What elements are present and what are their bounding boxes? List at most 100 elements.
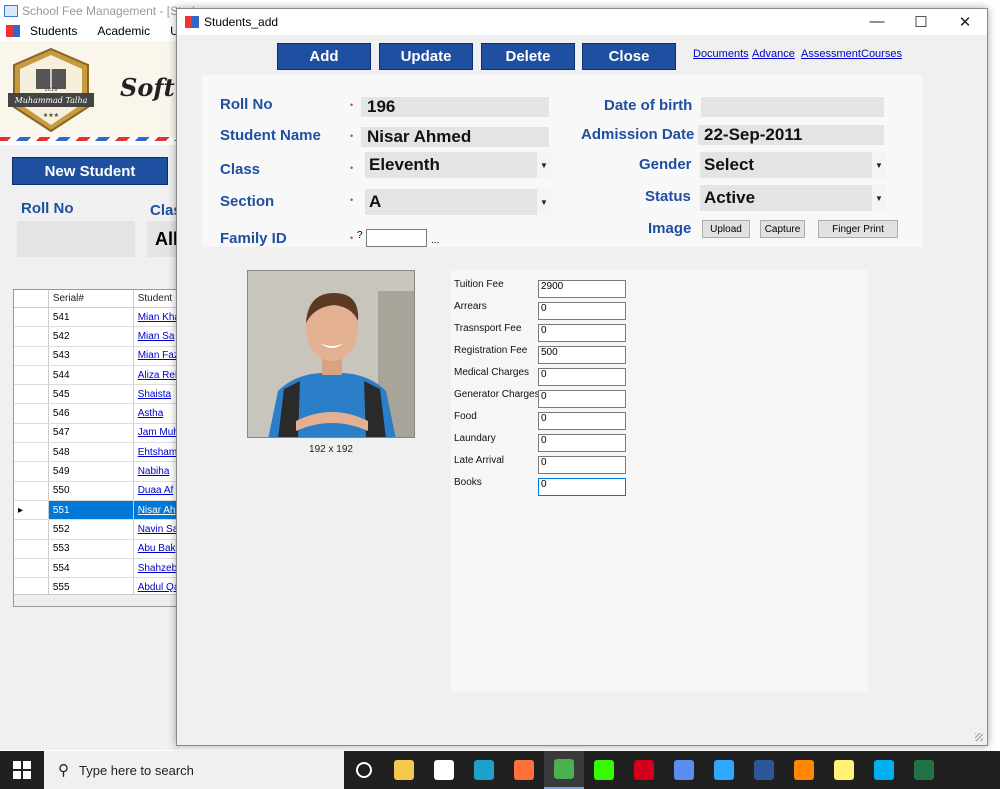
cell-student-link[interactable]: Navin Sa <box>134 520 182 539</box>
table-row[interactable]: 552 Navin Sa <box>14 520 182 540</box>
students-grid[interactable]: Serial# Student 541 Mian Kha 542 Mian Sa 543… <box>13 289 183 607</box>
row-header[interactable] <box>14 539 49 558</box>
fee-input[interactable]: 0 <box>538 478 626 496</box>
table-row[interactable]: 541 Mian Kha <box>14 308 182 328</box>
finger-print-button[interactable]: Finger Print <box>818 220 898 238</box>
update-button[interactable]: Update <box>379 43 473 70</box>
taskbar-app-chrome[interactable] <box>544 751 584 789</box>
chevron-down-icon[interactable]: ▼ <box>537 152 551 178</box>
chevron-down-icon[interactable]: ▼ <box>537 189 551 215</box>
cell-student-link[interactable]: Mian Sa <box>134 327 182 346</box>
cell-student-link[interactable]: Abu Bak <box>134 539 182 558</box>
class-select[interactable]: Eleventh ▼ <box>365 152 551 178</box>
taskbar-app-excel[interactable] <box>904 751 944 789</box>
table-row[interactable]: 542 Mian Sa <box>14 327 182 347</box>
family-id-input[interactable] <box>366 229 427 247</box>
roll-no-field[interactable]: 196 <box>361 97 549 117</box>
filter-roll-no-input[interactable] <box>17 221 135 257</box>
taskbar-app-store[interactable] <box>424 751 464 789</box>
table-row[interactable]: 553 Abu Bak <box>14 539 182 559</box>
resize-grip-icon[interactable] <box>975 733 983 741</box>
table-row[interactable]: 546 Astha <box>14 404 182 424</box>
row-header[interactable] <box>14 443 49 462</box>
fee-input[interactable]: 0 <box>538 324 626 342</box>
date-of-birth-field[interactable] <box>701 97 884 117</box>
cell-student-link[interactable]: Nisar Ah <box>134 500 182 520</box>
row-header[interactable] <box>14 481 49 500</box>
close-icon[interactable]: ✕ <box>943 13 987 31</box>
taskbar-app-photoshop[interactable] <box>704 751 744 789</box>
close-button[interactable]: Close <box>582 43 676 70</box>
maximize-icon[interactable]: ☐ <box>899 13 943 31</box>
table-row[interactable]: 547 Jam Muh <box>14 423 182 444</box>
cell-student-link[interactable]: Jam Muh <box>134 423 182 443</box>
cell-student-link[interactable]: Shahzeb <box>134 558 182 578</box>
cell-student-link[interactable]: Aliza Reh <box>134 365 182 385</box>
add-button[interactable]: Add <box>277 43 371 70</box>
table-row[interactable]: 554 Shahzeb <box>14 558 182 579</box>
taskbar-app-vlc[interactable] <box>784 751 824 789</box>
table-row[interactable]: 545 Shaista <box>14 385 182 405</box>
taskbar-app-opera[interactable] <box>624 751 664 789</box>
courses-link[interactable]: Courses <box>861 48 902 60</box>
gender-select[interactable]: Select ▼ <box>700 152 886 178</box>
status-select[interactable]: Active ▼ <box>700 185 886 211</box>
row-header[interactable] <box>14 558 49 578</box>
taskbar-search[interactable]: ⚲ Type here to search <box>44 751 344 789</box>
fee-input[interactable]: 0 <box>538 456 626 474</box>
row-header[interactable] <box>14 462 49 481</box>
row-header[interactable] <box>14 423 49 443</box>
cell-student-link[interactable]: Duaa Af <box>134 481 182 500</box>
assessment-link[interactable]: Assessment <box>801 48 861 60</box>
new-student-button[interactable]: New Student <box>12 157 168 185</box>
chevron-down-icon[interactable]: ▼ <box>872 152 886 178</box>
taskbar-app-edge[interactable] <box>464 751 504 789</box>
menu-academic[interactable]: Academic <box>87 24 160 38</box>
taskbar-app-firefox[interactable] <box>504 751 544 789</box>
table-row[interactable]: 550 Duaa Af <box>14 481 182 501</box>
row-header[interactable] <box>14 404 49 423</box>
cell-student-link[interactable]: Mian Kha <box>134 308 182 327</box>
table-row[interactable]: 544 Aliza Reh <box>14 365 182 386</box>
start-button[interactable] <box>0 751 44 789</box>
grid-header-student[interactable]: Student <box>134 290 182 307</box>
fee-input[interactable]: 500 <box>538 346 626 364</box>
row-header[interactable] <box>14 365 49 385</box>
table-row[interactable]: 548 Ehtsham <box>14 443 182 463</box>
row-header[interactable] <box>14 308 49 327</box>
cell-student-link[interactable]: Ehtsham <box>134 443 182 462</box>
minimize-icon[interactable]: — <box>855 13 899 31</box>
taskbar-app-word[interactable] <box>744 751 784 789</box>
family-id-browse-button[interactable]: ... <box>431 235 439 246</box>
fee-input[interactable]: 0 <box>538 368 626 386</box>
cell-student-link[interactable]: Nabiha <box>134 462 182 481</box>
documents-link[interactable]: Documents <box>693 48 749 60</box>
fee-input[interactable]: 0 <box>538 434 626 452</box>
grid-header-serial[interactable]: Serial# <box>49 290 134 307</box>
menu-students[interactable]: Students <box>20 24 87 38</box>
table-row[interactable]: 543 Mian Faz <box>14 346 182 366</box>
cell-student-link[interactable]: Astha <box>134 404 182 423</box>
taskbar-app-file-explorer[interactable] <box>384 751 424 789</box>
advance-link[interactable]: Advance <box>752 48 795 60</box>
cell-student-link[interactable]: Mian Faz <box>134 346 182 365</box>
taskbar-app-sticky-notes[interactable] <box>824 751 864 789</box>
section-select[interactable]: A ▼ <box>365 189 551 215</box>
taskbar-app-dreamweaver[interactable] <box>584 751 624 789</box>
delete-button[interactable]: Delete <box>481 43 575 70</box>
table-row[interactable]: ▸ 551 Nisar Ah <box>14 500 182 521</box>
capture-button[interactable]: Capture <box>760 220 805 238</box>
row-pointer-icon[interactable]: ▸ <box>14 500 49 520</box>
table-row[interactable]: 549 Nabiha <box>14 462 182 482</box>
upload-button[interactable]: Upload <box>702 220 750 238</box>
cell-student-link[interactable]: Shaista <box>134 385 182 404</box>
taskbar-app-task-view[interactable] <box>344 751 384 789</box>
student-name-field[interactable]: Nisar Ahmed <box>361 127 549 147</box>
chevron-down-icon[interactable]: ▼ <box>872 185 886 211</box>
grid-horizontal-scrollbar[interactable] <box>14 594 182 606</box>
fee-input[interactable]: 0 <box>538 302 626 320</box>
fee-input[interactable]: 0 <box>538 390 626 408</box>
taskbar-app-skype[interactable] <box>864 751 904 789</box>
row-header[interactable] <box>14 346 49 365</box>
row-header[interactable] <box>14 327 49 346</box>
